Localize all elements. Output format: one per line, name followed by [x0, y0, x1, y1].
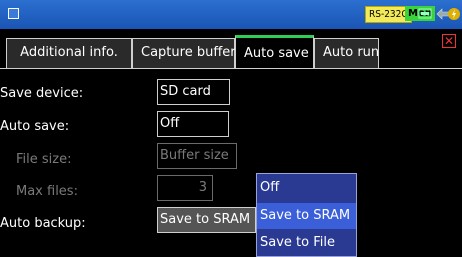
auto-save-label: Auto save: [0, 119, 70, 134]
keyboard-icon [418, 8, 432, 19]
window-icon[interactable] [8, 8, 19, 19]
save-device-label: Save device: [0, 86, 84, 101]
tab-capture-buffer[interactable]: Capture buffer [132, 38, 236, 68]
tab-additional-info[interactable]: Additional info. [6, 38, 132, 68]
tab-divider [0, 68, 462, 69]
auto-backup-dropdown: Off Save to SRAM Save to File [256, 173, 357, 257]
auto-save-field[interactable]: Off [157, 111, 229, 137]
file-size-field: Buffer size [157, 143, 237, 169]
auto-backup-label: Auto backup: [0, 216, 86, 231]
tab-auto-run[interactable]: Auto run [314, 38, 379, 68]
max-files-field: 3 [157, 175, 213, 201]
title-bar: RS-232C Mon [0, 0, 462, 29]
auto-backup-select[interactable]: Save to SRAM [157, 207, 256, 233]
close-icon[interactable]: ✕ [442, 34, 456, 48]
file-size-label: File size: [16, 152, 72, 167]
dropdown-option-save-to-sram[interactable]: Save to SRAM [257, 203, 356, 229]
tab-strip: Additional info. Capture buffer Auto sav… [0, 29, 462, 69]
dropdown-option-save-to-file[interactable]: Save to File [257, 230, 356, 256]
max-files-label: Max files: [16, 184, 78, 199]
tab-auto-save[interactable]: Auto save [235, 35, 314, 69]
save-device-field[interactable]: SD card [157, 79, 230, 105]
power-icon [448, 8, 460, 20]
dropdown-option-off[interactable]: Off [257, 175, 356, 201]
